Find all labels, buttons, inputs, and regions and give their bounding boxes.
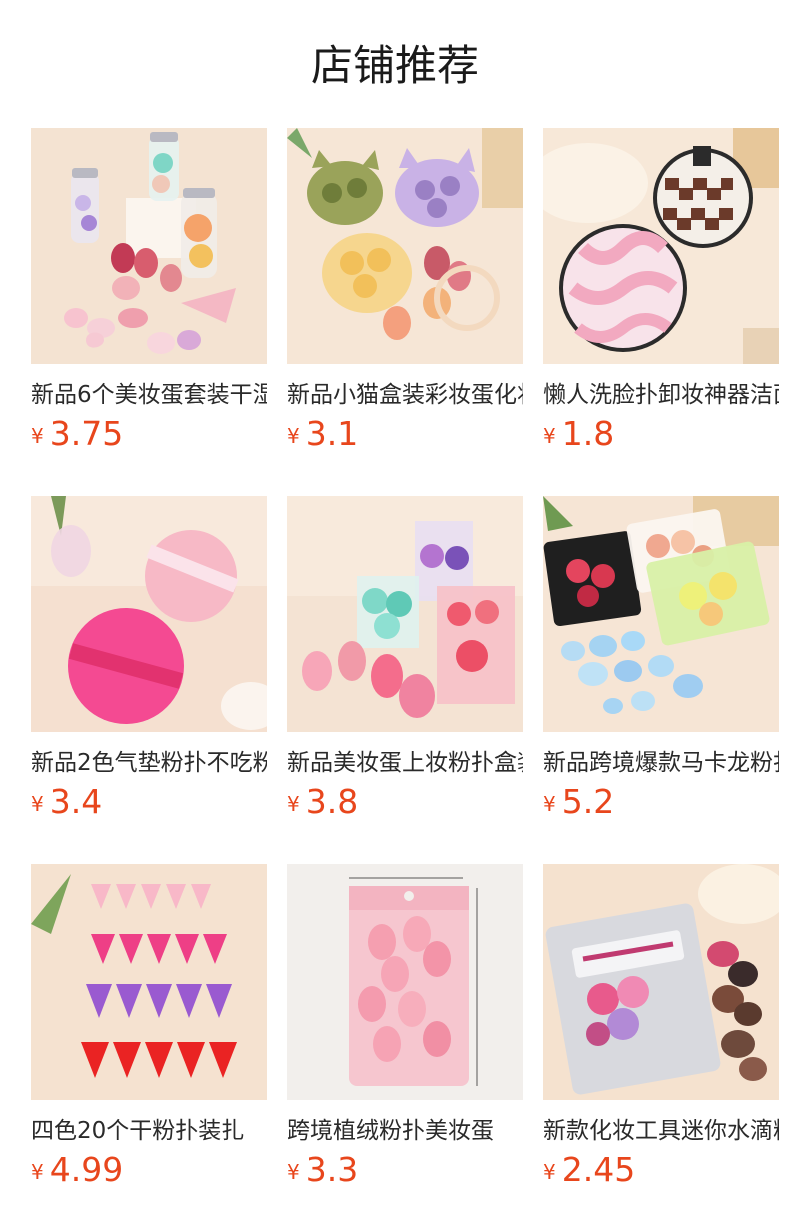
- price-value: 3.3: [305, 1150, 359, 1189]
- currency-symbol: ¥: [31, 424, 44, 448]
- product-name[interactable]: 四色20个干粉扑装扎: [31, 1114, 267, 1148]
- price-value: 3.8: [305, 782, 359, 821]
- product-name[interactable]: 新品6个美妆蛋套装干湿两用: [31, 378, 267, 412]
- product-price: ¥4.99: [31, 1150, 267, 1190]
- product-card[interactable]: 新品2色气垫粉扑不吃粉 ¥3.4: [31, 496, 267, 864]
- triangle-puffs-image: [31, 864, 267, 1100]
- product-image[interactable]: [287, 496, 523, 732]
- product-name[interactable]: 懒人洗脸扑卸妆神器洁面扑: [543, 378, 779, 412]
- macaron-puff-bags-image: [543, 496, 779, 732]
- product-image[interactable]: [543, 128, 779, 364]
- product-image[interactable]: [287, 864, 523, 1100]
- product-name[interactable]: 跨境植绒粉扑美妆蛋: [287, 1114, 523, 1148]
- store-recommendations-page: 店铺推荐 新品6个美妆蛋套装干湿 ¥ 3.75 新品小猫盒装彩妆蛋化 ¥ 3.1…: [0, 0, 790, 1232]
- value-sponges-pack-image: [543, 864, 779, 1100]
- price-value: 3.75: [49, 414, 124, 453]
- currency-symbol: ¥: [287, 424, 300, 448]
- product-grid: 新品6个美妆蛋套装干湿两用 ¥3.75: [31, 128, 779, 1232]
- product-price: ¥3.4: [31, 782, 267, 822]
- price-value: 4.99: [49, 1150, 124, 1189]
- product-price: ¥3.1: [287, 414, 523, 454]
- price-value: 1.8: [561, 414, 615, 453]
- boxed-sponges-image: [287, 496, 523, 732]
- currency-symbol: ¥: [287, 792, 300, 816]
- product-price: ¥1.8: [543, 414, 779, 454]
- currency-symbol: ¥: [31, 1160, 44, 1184]
- product-name[interactable]: 新品跨境爆款马卡龙粉扑: [543, 746, 779, 780]
- currency-symbol: ¥: [543, 792, 556, 816]
- product-price: ¥3.75: [31, 414, 267, 454]
- currency-symbol: ¥: [287, 1160, 300, 1184]
- price-value: 3.1: [305, 414, 359, 453]
- product-price: ¥5.2: [543, 782, 779, 822]
- makeup-sponge-jars-image: [31, 128, 267, 364]
- product-image[interactable]: [31, 864, 267, 1100]
- product-price: ¥3.8: [287, 782, 523, 822]
- product-name[interactable]: 新款化妆工具迷你水滴粉扑: [543, 1114, 779, 1148]
- product-card[interactable]: 新品6个美妆蛋套装干湿两用 ¥3.75: [31, 128, 267, 496]
- section-title: 店铺推荐: [310, 41, 479, 90]
- cushion-puff-image: [31, 496, 267, 732]
- product-card[interactable]: 四色20个干粉扑装扎 ¥4.99: [31, 864, 267, 1232]
- product-image[interactable]: [31, 128, 267, 364]
- product-card[interactable]: 新品小猫盒装彩妆蛋化妆工具 ¥3.1: [287, 128, 523, 496]
- currency-symbol: ¥: [31, 792, 44, 816]
- currency-symbol: ¥: [543, 1160, 556, 1184]
- cat-box-sponges-image: [287, 128, 523, 364]
- product-card[interactable]: 跨境植绒粉扑美妆蛋 ¥3.3: [287, 864, 523, 1232]
- product-image[interactable]: [31, 496, 267, 732]
- currency-symbol: ¥: [543, 424, 556, 448]
- pink-sponge-bag-image: [287, 864, 523, 1100]
- price-value: 5.2: [561, 782, 615, 821]
- product-image[interactable]: [543, 864, 779, 1100]
- product-name[interactable]: 新品2色气垫粉扑不吃粉: [31, 746, 267, 780]
- price-value: 2.45: [561, 1150, 636, 1189]
- product-price: ¥3.3: [287, 1150, 523, 1190]
- product-image[interactable]: [543, 496, 779, 732]
- cleansing-puff-image: [543, 128, 779, 364]
- product-card[interactable]: 新品美妆蛋上妆粉扑盒装 ¥3.8: [287, 496, 523, 864]
- price-value: 3.4: [49, 782, 103, 821]
- product-name[interactable]: 新品小猫盒装彩妆蛋化妆工具: [287, 378, 523, 412]
- product-image[interactable]: [287, 128, 523, 364]
- product-price: ¥2.45: [543, 1150, 779, 1190]
- product-card[interactable]: 新品跨境爆款马卡龙粉扑 ¥5.2: [543, 496, 779, 864]
- product-card[interactable]: 新款化妆工具迷你水滴粉扑 ¥2.45: [543, 864, 779, 1232]
- product-name[interactable]: 新品美妆蛋上妆粉扑盒装: [287, 746, 523, 780]
- product-card[interactable]: 懒人洗脸扑卸妆神器洁面扑 ¥1.8: [543, 128, 779, 496]
